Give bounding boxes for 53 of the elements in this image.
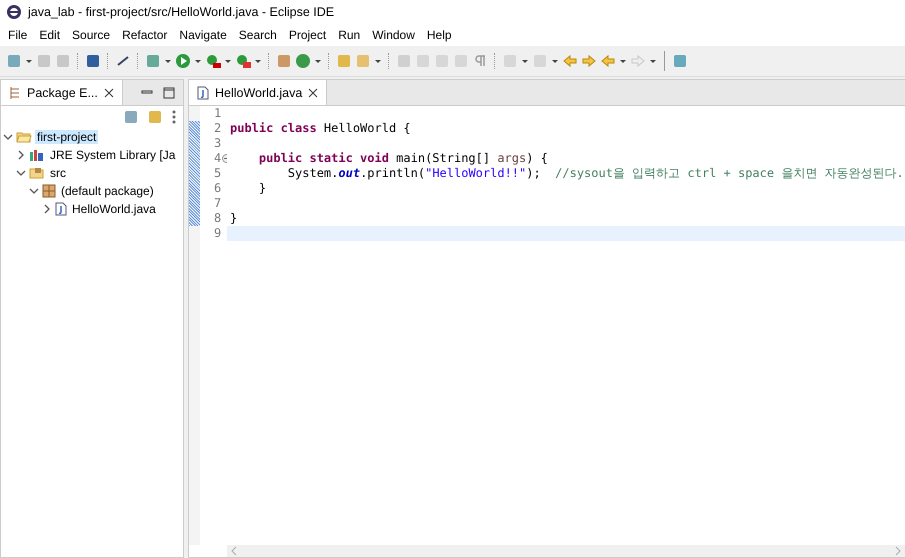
line-number: 3 bbox=[214, 136, 222, 151]
menu-item[interactable]: Project bbox=[282, 28, 332, 42]
more-options-icon[interactable] bbox=[171, 109, 177, 125]
tree-item[interactable]: JRE System Library [Ja bbox=[48, 148, 178, 162]
package-icon bbox=[9, 86, 21, 100]
line-number: 9 bbox=[214, 226, 222, 241]
chevron-right-icon[interactable] bbox=[42, 204, 52, 214]
line-number: 4 bbox=[214, 151, 222, 166]
app-logo-icon bbox=[6, 4, 22, 20]
tree-item[interactable]: HelloWorld.java bbox=[70, 202, 158, 216]
maximize-icon[interactable] bbox=[163, 86, 175, 98]
menu-item[interactable]: Run bbox=[332, 28, 366, 42]
line-number: 8 bbox=[214, 211, 222, 226]
menu-item[interactable]: Help bbox=[420, 28, 458, 42]
menu-item[interactable]: Refactor bbox=[116, 28, 174, 42]
menu-item[interactable]: Search bbox=[232, 28, 283, 42]
tree-item[interactable]: src bbox=[48, 166, 68, 180]
tree-item[interactable]: (default package) bbox=[59, 184, 156, 198]
source-folder-icon bbox=[29, 166, 45, 180]
fold-icon[interactable] bbox=[222, 154, 227, 163]
package-icon bbox=[42, 184, 56, 198]
editor-tab[interactable]: HelloWorld.java bbox=[189, 80, 328, 105]
books-icon bbox=[29, 148, 45, 162]
run-icon[interactable] bbox=[175, 53, 191, 69]
line-number: 1 bbox=[214, 106, 222, 121]
menu-item[interactable]: Navigate bbox=[173, 28, 233, 42]
code-line: } bbox=[230, 211, 238, 225]
code-line: public class HelloWorld { bbox=[230, 121, 411, 135]
chevron-right-icon[interactable] bbox=[16, 150, 26, 160]
menu-item[interactable]: File bbox=[2, 28, 34, 42]
line-number: 5 bbox=[214, 166, 222, 181]
code-line: } bbox=[258, 181, 266, 195]
right-arrow-icon[interactable] bbox=[581, 53, 597, 69]
java-file-icon bbox=[197, 86, 209, 100]
view-tab[interactable]: Package E... bbox=[1, 80, 123, 105]
chevron-down-icon[interactable] bbox=[3, 132, 13, 142]
chevron-down-icon[interactable] bbox=[29, 186, 39, 196]
chevron-down-icon[interactable] bbox=[16, 168, 26, 178]
code-line: public static void main(String[] args) { bbox=[258, 151, 548, 165]
menu-item[interactable]: Window bbox=[366, 28, 421, 42]
line-number: 7 bbox=[214, 196, 222, 211]
code-line: System.out.println("HelloWorld!!"); //sysout을 입력하고 ctrl + space 을치면 자동완성된다. bbox=[286, 166, 904, 180]
tree-item[interactable]: first-project bbox=[35, 130, 98, 144]
close-icon[interactable] bbox=[104, 88, 114, 98]
java-file-icon bbox=[55, 202, 67, 216]
window-title: java_lab - first-project/src/HelloWorld.java - Eclipse IDE bbox=[28, 5, 334, 19]
line-number: 2 bbox=[214, 121, 222, 136]
coverage-icon[interactable] bbox=[205, 53, 221, 69]
menu-item[interactable]: Edit bbox=[33, 28, 66, 42]
external-tools-icon[interactable] bbox=[235, 53, 251, 69]
close-icon[interactable] bbox=[308, 88, 318, 98]
menu-item[interactable]: Source bbox=[66, 28, 116, 42]
line-number: 6 bbox=[214, 181, 222, 196]
